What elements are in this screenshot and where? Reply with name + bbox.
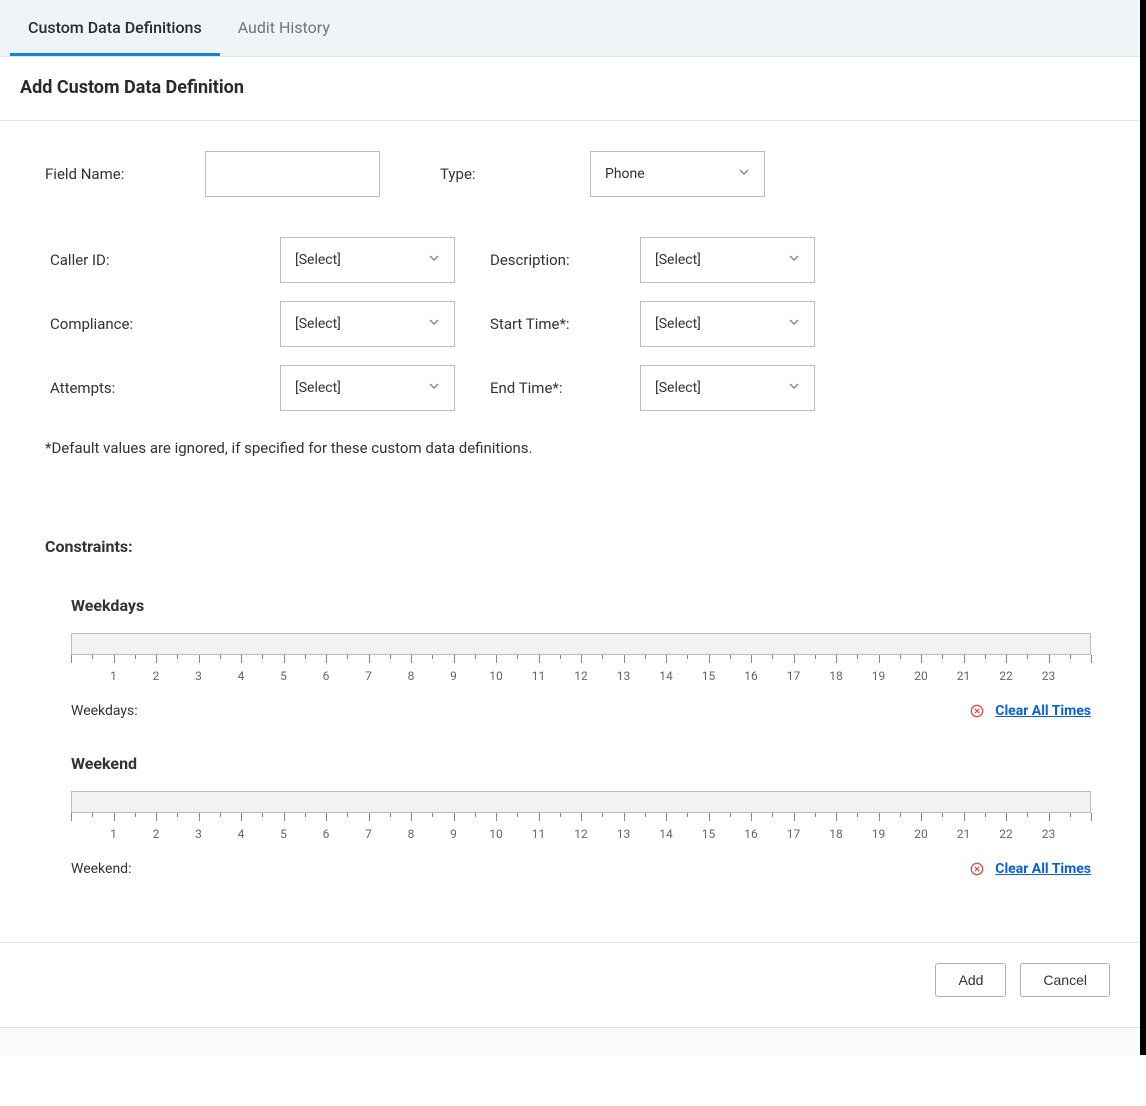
default-values-note: *Default values are ignored, if specifie…: [45, 439, 1095, 457]
chevron-down-icon: [428, 316, 440, 332]
start-time-label: Start Time*:: [490, 315, 610, 333]
weekdays-ticks: [71, 655, 1091, 665]
add-button[interactable]: Add: [935, 963, 1006, 997]
page-title: Add Custom Data Definition: [20, 77, 1120, 98]
error-icon: [969, 861, 985, 877]
weekend-footer-label: Weekend:: [71, 861, 131, 877]
weekend-tick-labels: 1234567891011121314151617181920212223: [71, 827, 1091, 847]
end-time-value: [Select]: [655, 380, 701, 396]
compliance-value: [Select]: [295, 316, 341, 332]
field-name-input[interactable]: [205, 151, 380, 197]
end-time-label: End Time*:: [490, 379, 610, 397]
attempts-value: [Select]: [295, 380, 341, 396]
weekdays-clear-all-link[interactable]: Clear All Times: [995, 703, 1091, 719]
weekend-slider[interactable]: [71, 791, 1091, 813]
description-label: Description:: [490, 251, 610, 269]
chevron-down-icon: [788, 316, 800, 332]
tab-custom-data-definitions[interactable]: Custom Data Definitions: [10, 0, 220, 56]
attempts-select[interactable]: [Select]: [280, 365, 455, 411]
type-label: Type:: [440, 165, 560, 183]
action-bar: Add Cancel: [0, 942, 1140, 1027]
compliance-select[interactable]: [Select]: [280, 301, 455, 347]
caller-id-value: [Select]: [295, 252, 341, 268]
attempts-label: Attempts:: [50, 379, 250, 397]
weekdays-block: Weekdays 1234567891011121314151617181920…: [45, 596, 1095, 719]
description-select[interactable]: [Select]: [640, 237, 815, 283]
description-value: [Select]: [655, 252, 701, 268]
caller-id-label: Caller ID:: [50, 251, 250, 269]
type-select[interactable]: Phone: [590, 151, 765, 197]
weekdays-slider[interactable]: [71, 633, 1091, 655]
weekdays-footer-label: Weekdays:: [71, 703, 138, 719]
cancel-button[interactable]: Cancel: [1020, 963, 1110, 997]
constraints-title: Constraints:: [45, 537, 1095, 556]
error-icon: [969, 703, 985, 719]
end-time-select[interactable]: [Select]: [640, 365, 815, 411]
field-name-label: Field Name:: [45, 165, 175, 183]
form-area: Field Name: Type: Phone Caller ID: [Sele…: [0, 121, 1140, 467]
weekend-ticks: [71, 813, 1091, 823]
weekdays-tick-labels: 1234567891011121314151617181920212223: [71, 669, 1091, 689]
compliance-label: Compliance:: [50, 315, 250, 333]
page-header: Add Custom Data Definition: [0, 57, 1140, 121]
caller-id-select[interactable]: [Select]: [280, 237, 455, 283]
weekend-title: Weekend: [71, 754, 1095, 773]
chevron-down-icon: [428, 252, 440, 268]
chevron-down-icon: [428, 380, 440, 396]
bottom-strip: [0, 1027, 1140, 1055]
chevron-down-icon: [738, 166, 750, 182]
start-time-select[interactable]: [Select]: [640, 301, 815, 347]
chevron-down-icon: [788, 252, 800, 268]
weekdays-title: Weekdays: [71, 596, 1095, 615]
weekend-clear-all-link[interactable]: Clear All Times: [995, 861, 1091, 877]
chevron-down-icon: [788, 380, 800, 396]
constraints-section: Constraints: Weekdays 123456789101112131…: [0, 537, 1140, 942]
weekend-block: Weekend 12345678910111213141516171819202…: [45, 754, 1095, 877]
tabs-bar: Custom Data Definitions Audit History: [0, 0, 1140, 57]
tab-audit-history[interactable]: Audit History: [220, 0, 348, 56]
type-select-value: Phone: [605, 166, 645, 182]
start-time-value: [Select]: [655, 316, 701, 332]
